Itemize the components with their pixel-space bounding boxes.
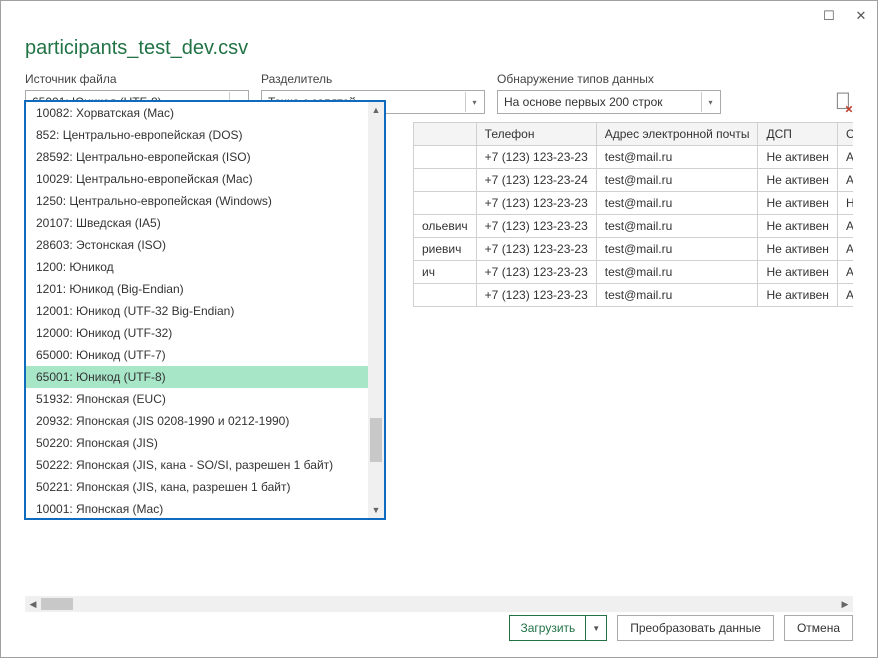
source-label: Источник файла [25, 72, 249, 86]
scroll-down-icon[interactable]: ▼ [368, 502, 384, 518]
dropdown-option[interactable]: 20932: Японская (JIS 0208-1990 и 0212-19… [26, 410, 368, 432]
dialog-window: ☐ ✕ participants_test_dev.csv Источник ф… [0, 0, 878, 658]
table-row: +7 (123) 123-23-23test@mail.ruНе активен… [414, 284, 854, 307]
maximize-icon[interactable]: ☐ [821, 8, 837, 24]
table-cell [414, 192, 477, 215]
scroll-up-icon[interactable]: ▲ [368, 102, 384, 118]
dropdown-option[interactable]: 50221: Японская (JIS, кана, разрешен 1 б… [26, 476, 368, 498]
table-header: ДСП [758, 123, 837, 146]
scroll-left-icon[interactable]: ◀ [25, 596, 41, 612]
detection-select[interactable]: На основе первых 200 строк ▾ [497, 90, 721, 114]
table-cell: +7 (123) 123-23-23 [476, 192, 596, 215]
dropdown-option[interactable]: 10001: Японская (Mac) [26, 498, 368, 518]
table-cell: +7 (123) 123-23-23 [476, 284, 596, 307]
table-cell: Не активен [837, 192, 853, 215]
table-cell [414, 284, 477, 307]
table-cell: Не активен [758, 261, 837, 284]
scroll-right-icon[interactable]: ▶ [837, 596, 853, 612]
table-cell: ольевич [414, 215, 477, 238]
dropdown-option[interactable]: 50220: Японская (JIS) [26, 432, 368, 454]
table-cell: Не активен [758, 146, 837, 169]
chevron-down-icon: ▾ [701, 92, 719, 112]
dropdown-option[interactable]: 852: Центрально-европейская (DOS) [26, 124, 368, 146]
table-cell: test@mail.ru [596, 284, 758, 307]
cancel-button[interactable]: Отмена [784, 615, 853, 641]
table-cell [414, 146, 477, 169]
dropdown-option[interactable]: 50222: Японская (JIS, кана - SO/SI, разр… [26, 454, 368, 476]
table-header: Телефон [476, 123, 596, 146]
table-cell: Активный [837, 261, 853, 284]
titlebar: ☐ ✕ [1, 1, 877, 31]
table-row: +7 (123) 123-23-23test@mail.ruНе активен… [414, 146, 854, 169]
table-cell: риевич [414, 238, 477, 261]
table-cell: Активный [837, 238, 853, 261]
table-cell: +7 (123) 123-23-23 [476, 146, 596, 169]
table-cell: Не активен [758, 215, 837, 238]
delimiter-label: Разделитель [261, 72, 485, 86]
scroll-thumb[interactable] [370, 418, 382, 462]
table-cell: Не активен [758, 169, 837, 192]
table-cell: test@mail.ru [596, 238, 758, 261]
table-cell: Активный [837, 169, 853, 192]
dropdown-scrollbar[interactable]: ▲ ▼ [368, 102, 384, 518]
table-header [414, 123, 477, 146]
close-icon[interactable]: ✕ [853, 8, 869, 24]
chevron-down-icon[interactable]: ▼ [586, 616, 606, 640]
table-row: +7 (123) 123-23-23test@mail.ruНе активен… [414, 192, 854, 215]
table-cell: test@mail.ru [596, 169, 758, 192]
load-button-label: Загрузить [510, 616, 586, 640]
detection-label: Обнаружение типов данных [497, 72, 721, 86]
dropdown-option[interactable]: 28592: Центрально-европейская (ISO) [26, 146, 368, 168]
table-row: +7 (123) 123-23-24test@mail.ruНе активен… [414, 169, 854, 192]
table-cell: Не активен [758, 238, 837, 261]
table-cell: test@mail.ru [596, 261, 758, 284]
scroll-track[interactable] [41, 598, 837, 610]
dropdown-option[interactable]: 65001: Юникод (UTF-8) [26, 366, 368, 388]
table-cell: ич [414, 261, 477, 284]
horizontal-scrollbar[interactable]: ◀ ▶ [25, 596, 853, 612]
table-cell [414, 169, 477, 192]
table-header: Адрес электронной почты [596, 123, 758, 146]
preview-table: ТелефонАдрес электронной почтыДСПСтатус … [413, 122, 853, 307]
detection-select-value: На основе первых 200 строк [504, 95, 663, 109]
table-cell: +7 (123) 123-23-23 [476, 238, 596, 261]
table-cell: test@mail.ru [596, 192, 758, 215]
chevron-down-icon: ▾ [465, 92, 483, 112]
scroll-thumb[interactable] [41, 598, 73, 610]
dropdown-option[interactable]: 12001: Юникод (UTF-32 Big-Endian) [26, 300, 368, 322]
dropdown-option[interactable]: 10029: Центрально-европейская (Mac) [26, 168, 368, 190]
table-cell: test@mail.ru [596, 215, 758, 238]
transform-button[interactable]: Преобразовать данные [617, 615, 774, 641]
table-cell: Активный [837, 146, 853, 169]
dropdown-option[interactable]: 1200: Юникод [26, 256, 368, 278]
table-cell: +7 (123) 123-23-24 [476, 169, 596, 192]
dropdown-option[interactable]: 10082: Хорватская (Mac) [26, 102, 368, 124]
table-cell: test@mail.ru [596, 146, 758, 169]
table-row: ич+7 (123) 123-23-23test@mail.ruНе актив… [414, 261, 854, 284]
table-cell: Активный [837, 284, 853, 307]
load-button[interactable]: Загрузить ▼ [509, 615, 607, 641]
dialog-title: participants_test_dev.csv [25, 37, 853, 60]
source-dropdown-list: 10082: Хорватская (Mac)852: Центрально-е… [24, 100, 386, 520]
dropdown-option[interactable]: 20107: Шведская (IA5) [26, 212, 368, 234]
dropdown-option[interactable]: 28603: Эстонская (ISO) [26, 234, 368, 256]
dropdown-option[interactable]: 51932: Японская (EUC) [26, 388, 368, 410]
dropdown-option[interactable]: 65000: Юникод (UTF-7) [26, 344, 368, 366]
table-cell: +7 (123) 123-23-23 [476, 261, 596, 284]
table-cell: Не активен [758, 284, 837, 307]
table-cell: Не активен [758, 192, 837, 215]
dropdown-option[interactable]: 1201: Юникод (Big-Endian) [26, 278, 368, 300]
dropdown-option[interactable]: 1250: Центрально-европейская (Windows) [26, 190, 368, 212]
table-row: риевич+7 (123) 123-23-23test@mail.ruНе а… [414, 238, 854, 261]
table-cell: Активный [837, 215, 853, 238]
dialog-footer: Загрузить ▼ Преобразовать данные Отмена [509, 615, 853, 641]
table-header: Статус [837, 123, 853, 146]
settings-icon[interactable] [835, 92, 853, 114]
table-cell: +7 (123) 123-23-23 [476, 215, 596, 238]
table-row: ольевич+7 (123) 123-23-23test@mail.ruНе … [414, 215, 854, 238]
dropdown-option[interactable]: 12000: Юникод (UTF-32) [26, 322, 368, 344]
